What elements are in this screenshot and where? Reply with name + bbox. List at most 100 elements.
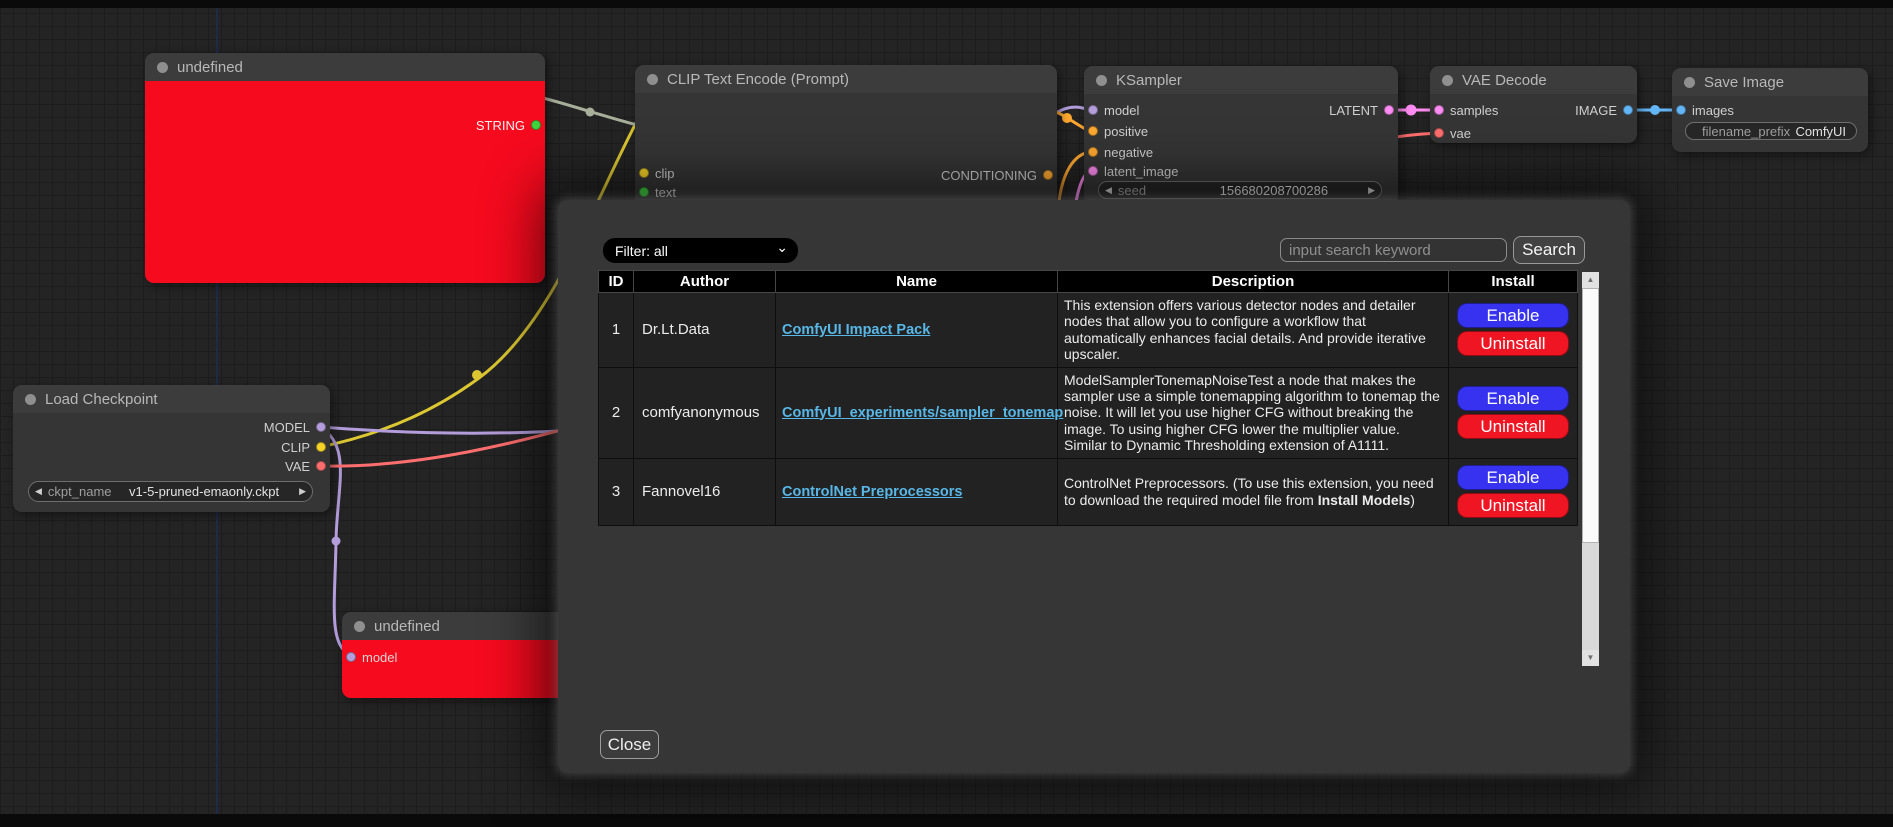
filter-select-wrap: Filter: all ⌄ bbox=[603, 238, 798, 263]
enable-button[interactable]: Enable bbox=[1457, 303, 1569, 328]
input-slot-positive[interactable]: positive bbox=[1084, 124, 1398, 138]
node-undefined-top[interactable]: undefined STRING bbox=[145, 53, 545, 283]
canvas-bottom-edge bbox=[0, 814, 1893, 827]
table-scrollbar[interactable]: ▲ ▼ bbox=[1582, 272, 1599, 666]
node-title: KSampler bbox=[1116, 72, 1182, 89]
input-slot-text[interactable]: text bbox=[635, 185, 1057, 199]
table-row: 2 comfyanonymous ComfyUI_experiments/sam… bbox=[599, 367, 1578, 458]
scroll-up-icon[interactable]: ▲ bbox=[1582, 272, 1599, 288]
output-slot-model[interactable]: MODEL bbox=[13, 420, 330, 434]
enable-button[interactable]: Enable bbox=[1457, 386, 1569, 411]
input-slot-negative[interactable]: negative bbox=[1084, 145, 1398, 159]
filename-prefix-widget[interactable]: filename_prefix ComfyUI bbox=[1685, 122, 1857, 140]
wire-dot-latent[interactable] bbox=[1406, 105, 1417, 116]
collapse-dot-icon[interactable] bbox=[647, 74, 658, 85]
node-ksampler[interactable]: KSampler model positive negative latent_… bbox=[1084, 66, 1398, 205]
cell-id: 1 bbox=[599, 293, 634, 368]
extension-link[interactable]: ComfyUI_experiments/sampler_tonemap bbox=[782, 405, 1063, 421]
cell-author: Dr.Lt.Data bbox=[634, 293, 776, 368]
uninstall-button[interactable]: Uninstall bbox=[1457, 331, 1569, 356]
cell-name: ComfyUI_experiments/sampler_tonemap bbox=[776, 367, 1058, 458]
node-title-bar[interactable]: KSampler bbox=[1084, 66, 1398, 94]
node-load-checkpoint[interactable]: Load Checkpoint MODEL CLIP VAE ◀ ckpt_na… bbox=[13, 385, 330, 512]
filter-select[interactable]: Filter: all bbox=[603, 238, 798, 263]
collapse-dot-icon[interactable] bbox=[157, 62, 168, 73]
output-slot-string[interactable]: STRING bbox=[145, 118, 545, 132]
slot-dot[interactable] bbox=[639, 187, 649, 197]
output-slot-vae[interactable]: VAE bbox=[13, 459, 330, 473]
cell-author: comfyanonymous bbox=[634, 367, 776, 458]
uninstall-button[interactable]: Uninstall bbox=[1457, 414, 1569, 439]
decrement-arrow-icon[interactable]: ◀ bbox=[1099, 185, 1118, 196]
output-slot-conditioning[interactable]: CONDITIONING bbox=[635, 168, 1057, 182]
extension-link[interactable]: ComfyUI Impact Pack bbox=[782, 322, 930, 338]
node-title: Load Checkpoint bbox=[45, 391, 158, 408]
slot-dot[interactable] bbox=[316, 422, 326, 432]
slot-dot[interactable] bbox=[1434, 128, 1444, 138]
table-row: 1 Dr.Lt.Data ComfyUI Impact Pack This ex… bbox=[599, 293, 1578, 368]
collapse-dot-icon[interactable] bbox=[25, 394, 36, 405]
node-title-bar[interactable]: Load Checkpoint bbox=[13, 385, 330, 413]
cell-install: Enable Uninstall bbox=[1449, 293, 1578, 368]
wire-dot-clip[interactable] bbox=[472, 370, 482, 380]
search-input[interactable] bbox=[1280, 238, 1507, 262]
search-button[interactable]: Search bbox=[1513, 236, 1585, 264]
slot-dot[interactable] bbox=[1043, 170, 1053, 180]
column-header-install: Install bbox=[1449, 271, 1578, 293]
slot-dot[interactable] bbox=[531, 120, 541, 130]
slot-dot[interactable] bbox=[1088, 166, 1098, 176]
input-slot-images[interactable]: images bbox=[1672, 103, 1868, 117]
close-button[interactable]: Close bbox=[600, 730, 659, 759]
slot-dot[interactable] bbox=[1623, 105, 1633, 115]
increment-arrow-icon[interactable]: ▶ bbox=[293, 486, 312, 497]
enable-button[interactable]: Enable bbox=[1457, 465, 1569, 490]
input-slot-vae[interactable]: vae bbox=[1430, 126, 1637, 140]
extensions-table-body: 1 Dr.Lt.Data ComfyUI Impact Pack This ex… bbox=[599, 293, 1578, 526]
collapse-dot-icon[interactable] bbox=[354, 621, 365, 632]
slot-dot[interactable] bbox=[316, 442, 326, 452]
wire-dot-conditioning[interactable] bbox=[1062, 113, 1072, 123]
seed-widget[interactable]: ◀ seed 156680208700286 ▶ bbox=[1098, 181, 1382, 199]
collapse-dot-icon[interactable] bbox=[1442, 75, 1453, 86]
increment-arrow-icon[interactable]: ▶ bbox=[1362, 185, 1381, 196]
cell-description: This extension offers various detector n… bbox=[1058, 293, 1449, 368]
cell-id: 2 bbox=[599, 367, 634, 458]
uninstall-button[interactable]: Uninstall bbox=[1457, 493, 1569, 518]
node-title-bar[interactable]: undefined bbox=[145, 53, 545, 81]
wire-dot-image[interactable] bbox=[1650, 105, 1660, 115]
collapse-dot-icon[interactable] bbox=[1684, 77, 1695, 88]
table-row: 3 Fannovel16 ControlNet Preprocessors Co… bbox=[599, 458, 1578, 525]
output-slot-latent[interactable]: LATENT bbox=[1084, 103, 1398, 117]
table-header-row: ID Author Name Description Install bbox=[599, 271, 1578, 293]
decrement-arrow-icon[interactable]: ◀ bbox=[29, 486, 48, 497]
node-title: CLIP Text Encode (Prompt) bbox=[667, 71, 849, 88]
node-clip-text-encode[interactable]: CLIP Text Encode (Prompt) clip text COND… bbox=[635, 65, 1057, 215]
node-title-bar[interactable]: Save Image bbox=[1672, 68, 1868, 96]
node-title-bar[interactable]: VAE Decode bbox=[1430, 66, 1637, 94]
scroll-down-icon[interactable]: ▼ bbox=[1582, 650, 1599, 666]
output-slot-clip[interactable]: CLIP bbox=[13, 440, 330, 454]
scrollbar-thumb[interactable] bbox=[1582, 288, 1599, 543]
slot-dot[interactable] bbox=[346, 652, 356, 662]
wire-dot-model[interactable] bbox=[332, 537, 341, 546]
node-title-bar[interactable]: CLIP Text Encode (Prompt) bbox=[635, 65, 1057, 93]
input-slot-latent-image[interactable]: latent_image bbox=[1084, 164, 1398, 178]
wire-dot-string[interactable] bbox=[586, 108, 595, 117]
slot-dot[interactable] bbox=[1088, 126, 1098, 136]
slot-dot[interactable] bbox=[316, 461, 326, 471]
node-body: STRING bbox=[145, 81, 545, 283]
output-slot-image[interactable]: IMAGE bbox=[1430, 103, 1637, 117]
slot-dot[interactable] bbox=[1676, 105, 1686, 115]
collapse-dot-icon[interactable] bbox=[1096, 75, 1107, 86]
extension-link[interactable]: ControlNet Preprocessors bbox=[782, 484, 963, 500]
slot-dot[interactable] bbox=[1384, 105, 1394, 115]
custom-nodes-manager-dialog: Filter: all ⌄ Search ID Author Name Desc… bbox=[558, 200, 1630, 773]
node-vae-decode[interactable]: VAE Decode samples vae IMAGE bbox=[1430, 66, 1637, 143]
node-title: VAE Decode bbox=[1462, 72, 1547, 89]
column-header-description: Description bbox=[1058, 271, 1449, 293]
column-header-name: Name bbox=[776, 271, 1058, 293]
slot-dot[interactable] bbox=[1088, 147, 1098, 157]
cell-name: ControlNet Preprocessors bbox=[776, 458, 1058, 525]
ckpt-name-widget[interactable]: ◀ ckpt_name v1-5-pruned-emaonly.ckpt ▶ bbox=[28, 481, 313, 502]
node-save-image[interactable]: Save Image images filename_prefix ComfyU… bbox=[1672, 68, 1868, 152]
